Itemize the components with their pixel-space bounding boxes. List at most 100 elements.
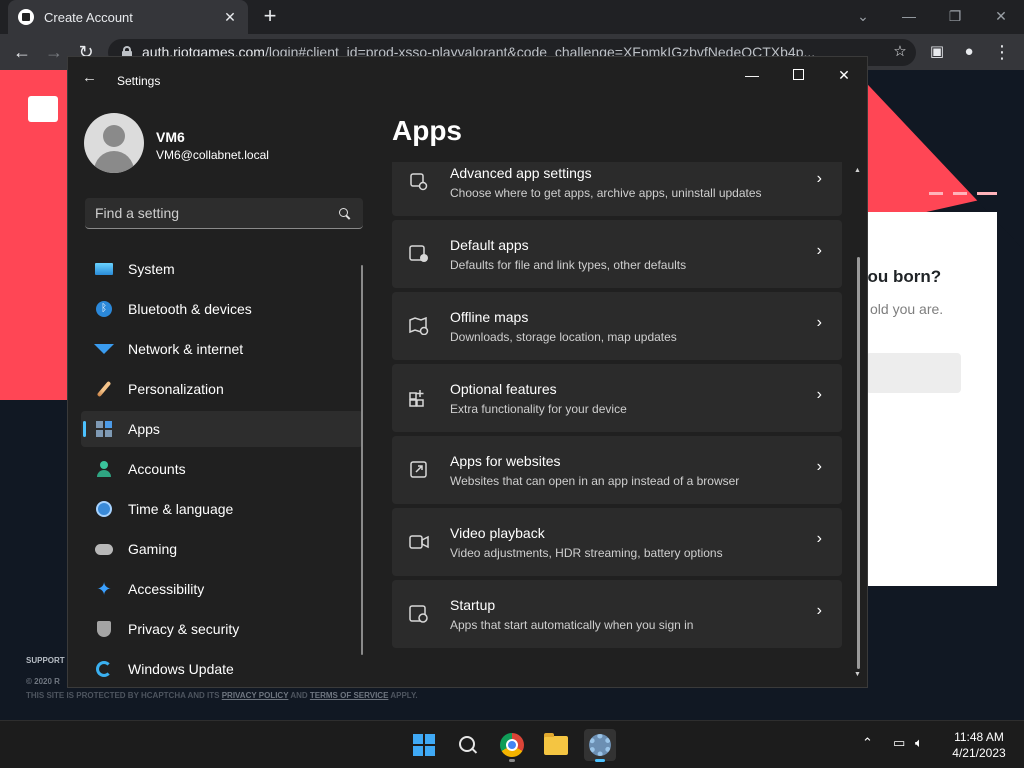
settings-nav: System ᛒ Bluetooth & devices Network & i… <box>81 251 363 691</box>
taskbar-chrome[interactable] <box>496 729 528 762</box>
nav-item-privacy-security[interactable]: Privacy & security <box>81 611 363 647</box>
card-description: Extra functionality for your device <box>450 402 627 416</box>
side-panel-icon[interactable]: ▣ <box>925 40 949 64</box>
shield-icon <box>95 620 113 638</box>
terms-link[interactable]: TERMS OF SERVICE <box>310 691 389 700</box>
card-description: Apps that start automatically when you s… <box>450 618 694 632</box>
settings-close-button[interactable]: ✕ <box>829 65 859 85</box>
nav-item-accounts[interactable]: Accounts <box>81 451 363 487</box>
nav-item-gaming[interactable]: Gaming <box>81 531 363 567</box>
apps-icon <box>95 420 113 438</box>
profile-icon[interactable]: ● <box>957 40 981 64</box>
system-icon <box>95 260 113 278</box>
advanced-app-settings-icon <box>410 173 428 191</box>
card-advanced-app-settings[interactable]: Advanced app settings Choose where to ge… <box>392 162 842 216</box>
scroll-down-icon[interactable]: ▼ <box>854 671 861 678</box>
settings-back-button[interactable]: ← <box>82 69 97 86</box>
taskbar: ⌃ ▭ 🔈︎ 11:48 AM 4/21/2023 <box>0 720 1024 768</box>
privacy-policy-link[interactable]: PRIVACY POLICY <box>222 691 289 700</box>
show-hidden-icons-chevron-icon[interactable]: ⌃ <box>862 735 873 751</box>
chevron-right-icon: › <box>816 242 822 259</box>
card-description: Video adjustments, HDR streaming, batter… <box>450 546 723 560</box>
support-link[interactable]: SUPPORT <box>26 656 65 665</box>
nav-label: System <box>128 261 175 277</box>
search-icon <box>459 736 477 754</box>
birthdate-field[interactable] <box>866 353 961 393</box>
browser-close-button[interactable]: ✕ <box>987 4 1015 28</box>
card-title: Advanced app settings <box>450 165 592 181</box>
wifi-icon <box>94 340 114 358</box>
chevron-right-icon: › <box>816 170 822 187</box>
nav-item-windows-update[interactable]: Windows Update <box>81 651 363 687</box>
folder-icon <box>544 732 568 755</box>
new-tab-button[interactable]: + <box>258 4 282 28</box>
browser-tab[interactable]: Create Account ✕ <box>8 0 248 34</box>
nav-label: Accessibility <box>128 581 205 597</box>
riot-logo <box>28 96 58 122</box>
nav-label: Windows Update <box>128 661 234 677</box>
chevron-right-icon: › <box>816 314 822 331</box>
accessibility-icon: ✦ <box>96 578 112 599</box>
policy-prefix: THIS SITE IS PROTECTED BY HCAPTCHA AND I… <box>26 691 222 700</box>
tab-close-icon[interactable]: ✕ <box>222 9 238 26</box>
card-title: Startup <box>450 597 496 613</box>
network-icon[interactable]: ▭ <box>893 735 905 751</box>
card-startup[interactable]: Startup Apps that start automatically wh… <box>392 580 842 648</box>
browser-menu-icon[interactable]: ⋮ <box>990 40 1014 64</box>
system-clock[interactable]: 11:48 AM 4/21/2023 <box>944 729 1014 761</box>
card-title: Video playback <box>450 525 545 541</box>
nav-label: Apps <box>128 421 160 437</box>
card-offline-maps[interactable]: Offline maps Downloads, storage location… <box>392 292 842 360</box>
step-indicator <box>953 192 967 195</box>
content-scrollbar[interactable]: ▲ ▼ <box>854 167 861 679</box>
default-apps-icon <box>409 245 428 262</box>
nav-item-personalization[interactable]: Personalization <box>81 371 363 407</box>
accounts-icon <box>95 460 113 478</box>
start-button[interactable] <box>408 729 440 761</box>
nav-scrollbar[interactable] <box>361 265 363 655</box>
card-description: Downloads, storage location, map updates <box>450 330 677 344</box>
nav-item-system[interactable]: System <box>81 251 363 287</box>
browser-minimize-button[interactable]: — <box>895 4 923 28</box>
nav-item-apps[interactable]: Apps <box>81 411 363 447</box>
bookmark-star-icon[interactable]: ☆ <box>888 40 912 64</box>
birthdate-subtitle: old you are. <box>870 301 944 317</box>
video-playback-icon <box>409 535 429 549</box>
browser-tab-strip: Create Account ✕ + ⌄ — ❐ ✕ <box>0 0 1024 34</box>
back-button[interactable]: ← <box>10 40 34 64</box>
card-description: Defaults for file and link types, other … <box>450 258 687 272</box>
card-optional-features[interactable]: Optional features Extra functionality fo… <box>392 364 842 432</box>
tab-search-icon[interactable]: ⌄ <box>849 4 877 28</box>
chevron-right-icon: › <box>816 530 822 547</box>
copyright-text: © 2020 R <box>26 677 60 686</box>
search-icon[interactable] <box>339 208 350 219</box>
taskbar-search-button[interactable] <box>452 729 484 761</box>
riot-favicon-icon <box>18 9 34 25</box>
chevron-right-icon: › <box>816 602 822 619</box>
nav-item-time-language[interactable]: Time & language <box>81 491 363 527</box>
taskbar-file-explorer[interactable] <box>540 729 572 761</box>
chrome-icon <box>500 733 524 757</box>
forward-button[interactable]: → <box>42 40 66 64</box>
scroll-up-icon[interactable]: ▲ <box>854 167 861 174</box>
nav-item-bluetooth[interactable]: ᛒ Bluetooth & devices <box>81 291 363 327</box>
search-input[interactable] <box>95 198 325 228</box>
volume-icon[interactable]: 🔈︎ <box>915 735 923 751</box>
policy-notice: THIS SITE IS PROTECTED BY HCAPTCHA AND I… <box>26 691 418 700</box>
browser-restore-button[interactable]: ❐ <box>941 4 969 28</box>
card-apps-for-websites[interactable]: Apps for websites Websites that can open… <box>392 436 842 504</box>
nav-label: Time & language <box>128 501 234 517</box>
scrollbar-thumb[interactable] <box>857 257 860 669</box>
card-default-apps[interactable]: Default apps Defaults for file and link … <box>392 220 842 288</box>
taskbar-settings[interactable] <box>584 729 616 762</box>
windows-logo-icon <box>413 734 435 756</box>
settings-minimize-button[interactable]: — <box>737 65 767 85</box>
card-video-playback[interactable]: Video playback Video adjustments, HDR st… <box>392 508 842 576</box>
settings-window: ← Settings — ✕ VM6 VM6@collabnet.local S… <box>67 56 868 688</box>
avatar[interactable] <box>84 113 144 173</box>
bluetooth-icon: ᛒ <box>95 300 113 318</box>
page-title: Apps <box>392 115 462 146</box>
settings-maximize-button[interactable] <box>783 65 813 85</box>
nav-item-network[interactable]: Network & internet <box>81 331 363 367</box>
nav-item-accessibility[interactable]: ✦ Accessibility <box>81 571 363 607</box>
